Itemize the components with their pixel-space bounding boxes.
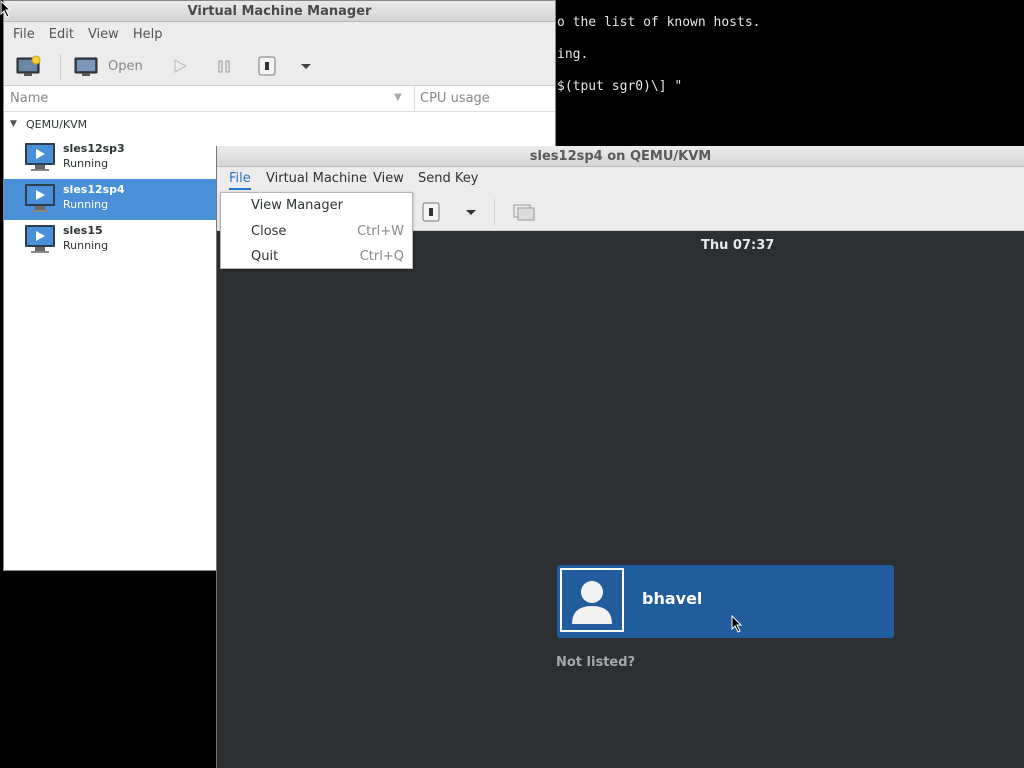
- avatar: [560, 568, 624, 632]
- console-menu-view[interactable]: View: [373, 171, 404, 186]
- run-button[interactable]: [172, 55, 188, 77]
- terminal-line: o the list of known hosts.: [557, 15, 761, 30]
- manager-toolbar: Open: [4, 46, 555, 86]
- monitor-icon: [74, 57, 98, 76]
- vm-name: sles12sp4: [63, 183, 125, 196]
- new-vm-button[interactable]: [16, 55, 42, 77]
- guest-display[interactable]: Thu 07:37 bhavel Not listed?: [217, 232, 1024, 768]
- menu-help[interactable]: Help: [126, 27, 170, 42]
- connection-label: QEMU/KVM: [26, 118, 88, 131]
- menu-file[interactable]: File: [6, 27, 42, 42]
- terminal-line: ing.: [557, 47, 589, 62]
- chevron-down-icon: [301, 64, 311, 69]
- console-menu-file[interactable]: File: [229, 171, 251, 190]
- user-icon: [572, 581, 612, 624]
- menu-edit[interactable]: Edit: [42, 27, 81, 42]
- open-button[interactable]: Open: [74, 55, 143, 77]
- mouse-cursor-icon: [0, 0, 12, 18]
- manager-menubar: File Edit View Help: [4, 22, 555, 46]
- play-icon: [174, 59, 188, 73]
- vm-name: sles12sp3: [63, 142, 125, 155]
- new-vm-icon: [16, 55, 41, 76]
- vm-status: Running: [63, 198, 109, 211]
- console-menu-virtual-machine[interactable]: Virtual Machine: [266, 171, 367, 186]
- console-menu-send-key[interactable]: Send Key: [418, 171, 478, 186]
- menu-accel-close: Ctrl+W: [357, 224, 404, 239]
- clock: Thu 07:37: [701, 238, 775, 253]
- fullscreen-icon: [513, 204, 535, 221]
- console-titlebar[interactable]: sles12sp4 on QEMU/KVM: [217, 146, 1024, 167]
- menu-item-close[interactable]: Close: [251, 224, 286, 239]
- username: bhavel: [642, 589, 703, 608]
- expander-icon[interactable]: ▼: [10, 119, 17, 129]
- menu-item-quit[interactable]: Quit: [251, 249, 278, 264]
- console-shutdown-button[interactable]: [422, 201, 440, 223]
- menu-accel-quit: Ctrl+Q: [359, 249, 404, 264]
- file-menu-dropdown: View Manager Close Ctrl+W Quit Ctrl+Q: [220, 192, 413, 269]
- vm-monitor-icon: [25, 143, 55, 171]
- power-icon: [422, 202, 440, 222]
- connection-group[interactable]: ▼ QEMU/KVM: [4, 112, 555, 138]
- fullscreen-button[interactable]: [513, 201, 535, 223]
- menu-item-view-manager[interactable]: View Manager: [251, 198, 343, 213]
- vm-status: Running: [63, 239, 109, 252]
- sort-arrow-icon[interactable]: ▼: [394, 92, 402, 103]
- toolbar-separator: [60, 54, 61, 80]
- vm-monitor-icon: [25, 225, 55, 253]
- console-menubar: File Virtual Machine View Send Key: [217, 167, 1024, 191]
- terminal-line: $(tput sgr0)\] ": [557, 79, 683, 94]
- mouse-cursor-icon: [731, 615, 743, 633]
- toolbar-separator: [494, 199, 495, 225]
- shutdown-button[interactable]: [258, 55, 276, 77]
- column-cpu[interactable]: CPU usage: [420, 91, 490, 106]
- console-shutdown-menu-button[interactable]: [465, 201, 477, 223]
- power-icon: [258, 56, 276, 76]
- pause-icon: [218, 60, 230, 73]
- shutdown-menu-button[interactable]: [300, 55, 312, 77]
- vm-monitor-icon: [25, 184, 55, 212]
- open-label: Open: [108, 58, 143, 74]
- column-separator: [414, 86, 415, 112]
- vm-name: sles15: [63, 224, 103, 237]
- not-listed-link[interactable]: Not listed?: [556, 655, 635, 670]
- manager-titlebar[interactable]: Virtual Machine Manager: [4, 1, 555, 22]
- pause-button[interactable]: [216, 55, 232, 77]
- chevron-down-icon: [466, 210, 476, 215]
- user-login-button[interactable]: bhavel: [557, 565, 894, 638]
- vm-status: Running: [63, 157, 109, 170]
- menu-view[interactable]: View: [81, 27, 126, 42]
- column-name[interactable]: Name: [10, 91, 48, 106]
- column-header: Name ▼ CPU usage: [4, 86, 555, 112]
